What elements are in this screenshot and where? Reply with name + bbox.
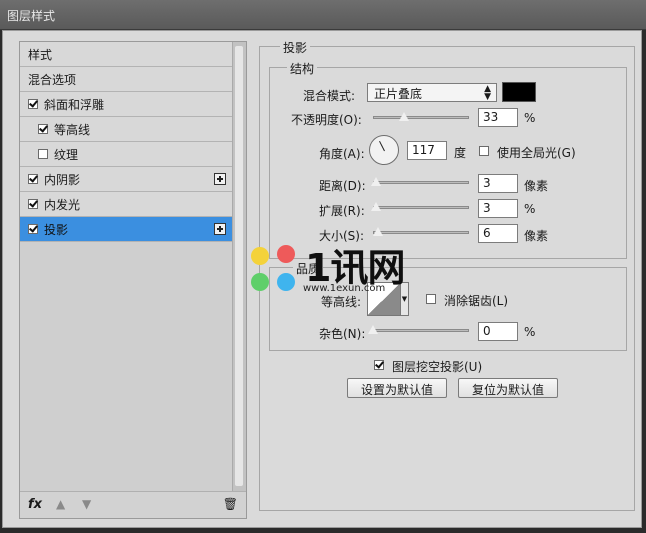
size-slider-track[interactable] xyxy=(373,231,469,234)
style-checkbox[interactable] xyxy=(38,124,48,134)
blend-mode-select[interactable]: 正片叠底 ▲ ▼ xyxy=(367,83,497,102)
blend-color-swatch[interactable] xyxy=(502,82,536,102)
style-checkbox[interactable] xyxy=(38,149,48,159)
angle-unit: 度 xyxy=(454,146,467,160)
opacity-unit: % xyxy=(524,111,536,125)
face-red-icon xyxy=(277,245,295,263)
opacity-slider-thumb[interactable] xyxy=(398,111,410,122)
layer-style-dialog: 样式 混合选项 斜面和浮雕 等高线 纹理 内阴影 内发光 投影 fx ▲ ▼ 🗑 投影 结构 … xyxy=(2,30,642,528)
face-yellow-icon xyxy=(251,247,269,265)
style-item-label: 等高线 xyxy=(54,122,91,137)
angle-dial[interactable] xyxy=(369,135,399,165)
watermark-logo: 1讯网 www.1exun.com xyxy=(247,243,417,303)
noise-slider-track[interactable] xyxy=(373,329,469,332)
global-light-label: 使用全局光(G) xyxy=(497,146,576,160)
add-effect-icon[interactable] xyxy=(214,173,226,185)
styles-footer: fx ▲ ▼ 🗑 xyxy=(20,491,246,518)
size-slider-thumb[interactable] xyxy=(372,226,384,237)
fx-button[interactable]: fx xyxy=(28,497,42,512)
angle-label: 角度(A): xyxy=(319,147,365,161)
distance-unit: 像素 xyxy=(524,179,549,193)
styles-list: 样式混合选项斜面和浮雕等高线纹理内阴影内发光投影 xyxy=(20,42,232,242)
anti-alias-checkbox[interactable] xyxy=(426,294,436,304)
window-title-bar: 图层样式 xyxy=(0,0,646,30)
knockout-checkbox[interactable] xyxy=(374,360,384,370)
style-checkbox[interactable] xyxy=(28,174,38,184)
style-checkbox[interactable] xyxy=(28,224,38,234)
angle-needle xyxy=(379,140,385,152)
arrow-up-icon[interactable]: ▲ xyxy=(56,497,65,511)
arrow-down-icon[interactable]: ▼ xyxy=(82,497,91,511)
opacity-input[interactable]: 33 xyxy=(478,108,518,127)
style-item-label: 纹理 xyxy=(54,147,79,162)
noise-slider-thumb[interactable] xyxy=(367,324,379,335)
blend-mode-value: 正片叠底 xyxy=(374,87,423,101)
style-item-label: 样式 xyxy=(28,47,53,62)
spread-input[interactable]: 3 xyxy=(478,199,518,218)
style-item-label: 投影 xyxy=(44,222,69,237)
trash-icon[interactable]: 🗑 xyxy=(223,497,238,511)
size-unit: 像素 xyxy=(524,229,549,243)
distance-slider-track[interactable] xyxy=(373,181,469,184)
noise-input[interactable]: 0 xyxy=(478,322,518,341)
spread-unit: % xyxy=(524,202,536,216)
knockout-label: 图层挖空投影(U) xyxy=(392,360,483,374)
spread-slider-track[interactable] xyxy=(373,206,469,209)
reset-default-button[interactable]: 复位为默认值 xyxy=(458,378,558,398)
spread-slider-thumb[interactable] xyxy=(370,201,382,212)
noise-label: 杂色(N): xyxy=(319,327,366,341)
select-caret-icon: ▲ ▼ xyxy=(484,84,491,102)
style-item-2[interactable]: 斜面和浮雕 xyxy=(20,92,232,117)
opacity-slider-track[interactable] xyxy=(373,116,469,119)
style-item-7[interactable]: 投影 xyxy=(20,217,232,242)
angle-input[interactable]: 117 xyxy=(407,141,447,160)
global-light-checkbox[interactable] xyxy=(479,146,489,156)
style-item-5[interactable]: 内阴影 xyxy=(20,167,232,192)
styles-list-panel: 样式混合选项斜面和浮雕等高线纹理内阴影内发光投影 fx ▲ ▼ 🗑 xyxy=(19,41,247,519)
spread-label: 扩展(R): xyxy=(319,204,365,218)
scrollbar-thumb[interactable] xyxy=(235,46,243,486)
distance-label: 距离(D): xyxy=(319,179,366,193)
style-checkbox[interactable] xyxy=(28,199,38,209)
drop-shadow-title: 投影 xyxy=(280,39,311,56)
window-title: 图层样式 xyxy=(7,9,56,23)
opacity-label: 不透明度(O): xyxy=(291,113,362,127)
structure-title: 结构 xyxy=(287,60,318,77)
anti-alias-label: 消除锯齿(L) xyxy=(444,294,509,308)
set-default-button[interactable]: 设置为默认值 xyxy=(347,378,447,398)
distance-slider-thumb[interactable] xyxy=(370,176,382,187)
watermark-url: www.1exun.com xyxy=(303,283,386,294)
noise-unit: % xyxy=(524,325,536,339)
style-checkbox[interactable] xyxy=(28,99,38,109)
style-item-3[interactable]: 等高线 xyxy=(20,117,232,142)
size-input[interactable]: 6 xyxy=(478,224,518,243)
face-green-icon xyxy=(251,273,269,291)
add-effect-icon[interactable] xyxy=(214,223,226,235)
styles-scrollbar[interactable] xyxy=(232,42,246,492)
style-item-label: 内阴影 xyxy=(44,172,81,187)
style-item-4[interactable]: 纹理 xyxy=(20,142,232,167)
style-item-1[interactable]: 混合选项 xyxy=(20,67,232,92)
style-item-label: 内发光 xyxy=(44,197,81,212)
face-blue-icon xyxy=(277,273,295,291)
style-item-0[interactable]: 样式 xyxy=(20,42,232,67)
distance-input[interactable]: 3 xyxy=(478,174,518,193)
style-item-label: 混合选项 xyxy=(28,72,77,87)
style-item-label: 斜面和浮雕 xyxy=(44,97,105,112)
blend-mode-label: 混合模式: xyxy=(303,89,356,103)
style-item-6[interactable]: 内发光 xyxy=(20,192,232,217)
